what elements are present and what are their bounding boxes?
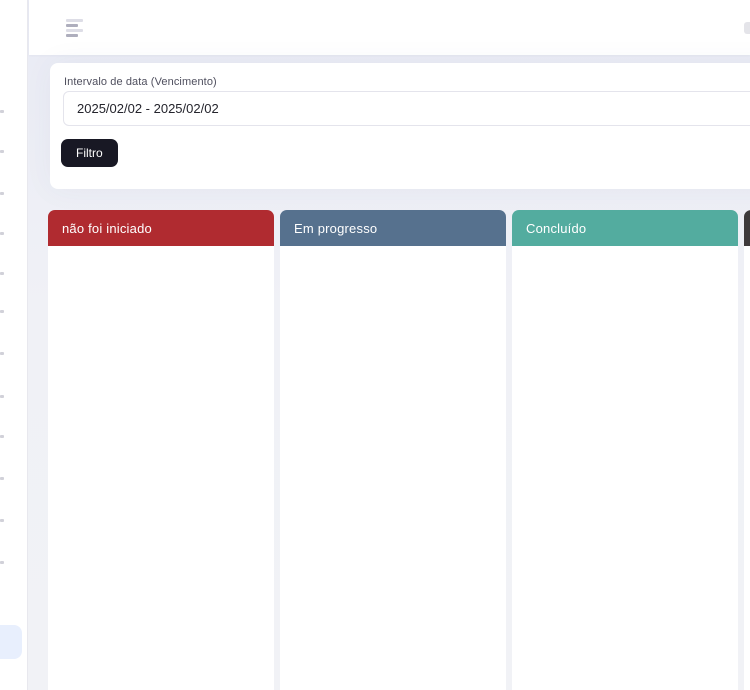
column-header: Em progresso (280, 210, 506, 246)
sidebar-item-stub[interactable] (0, 272, 4, 275)
hamburger-line (66, 24, 78, 27)
sidebar-item-stub[interactable] (0, 352, 4, 355)
column-header: Concluído (512, 210, 738, 246)
main-area: Intervalo de data (Vencimento) Filtro nã… (29, 0, 750, 690)
sidebar-item-stub[interactable] (0, 435, 4, 438)
kanban-column-in-progress: Em progresso (280, 210, 506, 690)
hamburger-line (66, 29, 83, 32)
column-body (48, 246, 274, 690)
column-title: não foi iniciado (62, 221, 152, 236)
app-window: Intervalo de data (Vencimento) Filtro nã… (0, 0, 750, 690)
column-body (744, 246, 750, 690)
sidebar-item-stub[interactable] (0, 232, 4, 235)
kanban-column-done: Concluído (512, 210, 738, 690)
sidebar-item-stub[interactable] (0, 192, 4, 195)
sidebar (0, 0, 28, 690)
hamburger-line (66, 19, 83, 22)
top-bar (29, 0, 750, 55)
date-range-input[interactable] (63, 91, 750, 126)
column-title: Concluído (526, 221, 586, 236)
column-title: Em progresso (294, 221, 377, 236)
avatar[interactable] (744, 22, 750, 34)
sidebar-active-item[interactable] (0, 625, 22, 659)
sidebar-item-stub[interactable] (0, 519, 4, 522)
sidebar-item-stub[interactable] (0, 310, 4, 313)
sidebar-item-stub[interactable] (0, 150, 4, 153)
sidebar-item-stub[interactable] (0, 477, 4, 480)
sidebar-item-stub[interactable] (0, 561, 4, 564)
filter-card: Intervalo de data (Vencimento) Filtro (50, 63, 750, 189)
filter-button[interactable]: Filtro (61, 139, 118, 167)
sidebar-item-stub[interactable] (0, 110, 4, 113)
column-body (512, 246, 738, 690)
hamburger-menu-icon[interactable] (66, 19, 86, 36)
kanban-board: não foi iniciado Em progresso Concluído (48, 210, 750, 690)
kanban-column-fourth-cutoff (744, 210, 750, 690)
column-header (744, 210, 750, 246)
hamburger-line (66, 34, 78, 37)
sidebar-item-stub[interactable] (0, 395, 4, 398)
column-header: não foi iniciado (48, 210, 274, 246)
date-range-label: Intervalo de data (Vencimento) (64, 76, 217, 88)
kanban-column-not-started: não foi iniciado (48, 210, 274, 690)
column-body (280, 246, 506, 690)
